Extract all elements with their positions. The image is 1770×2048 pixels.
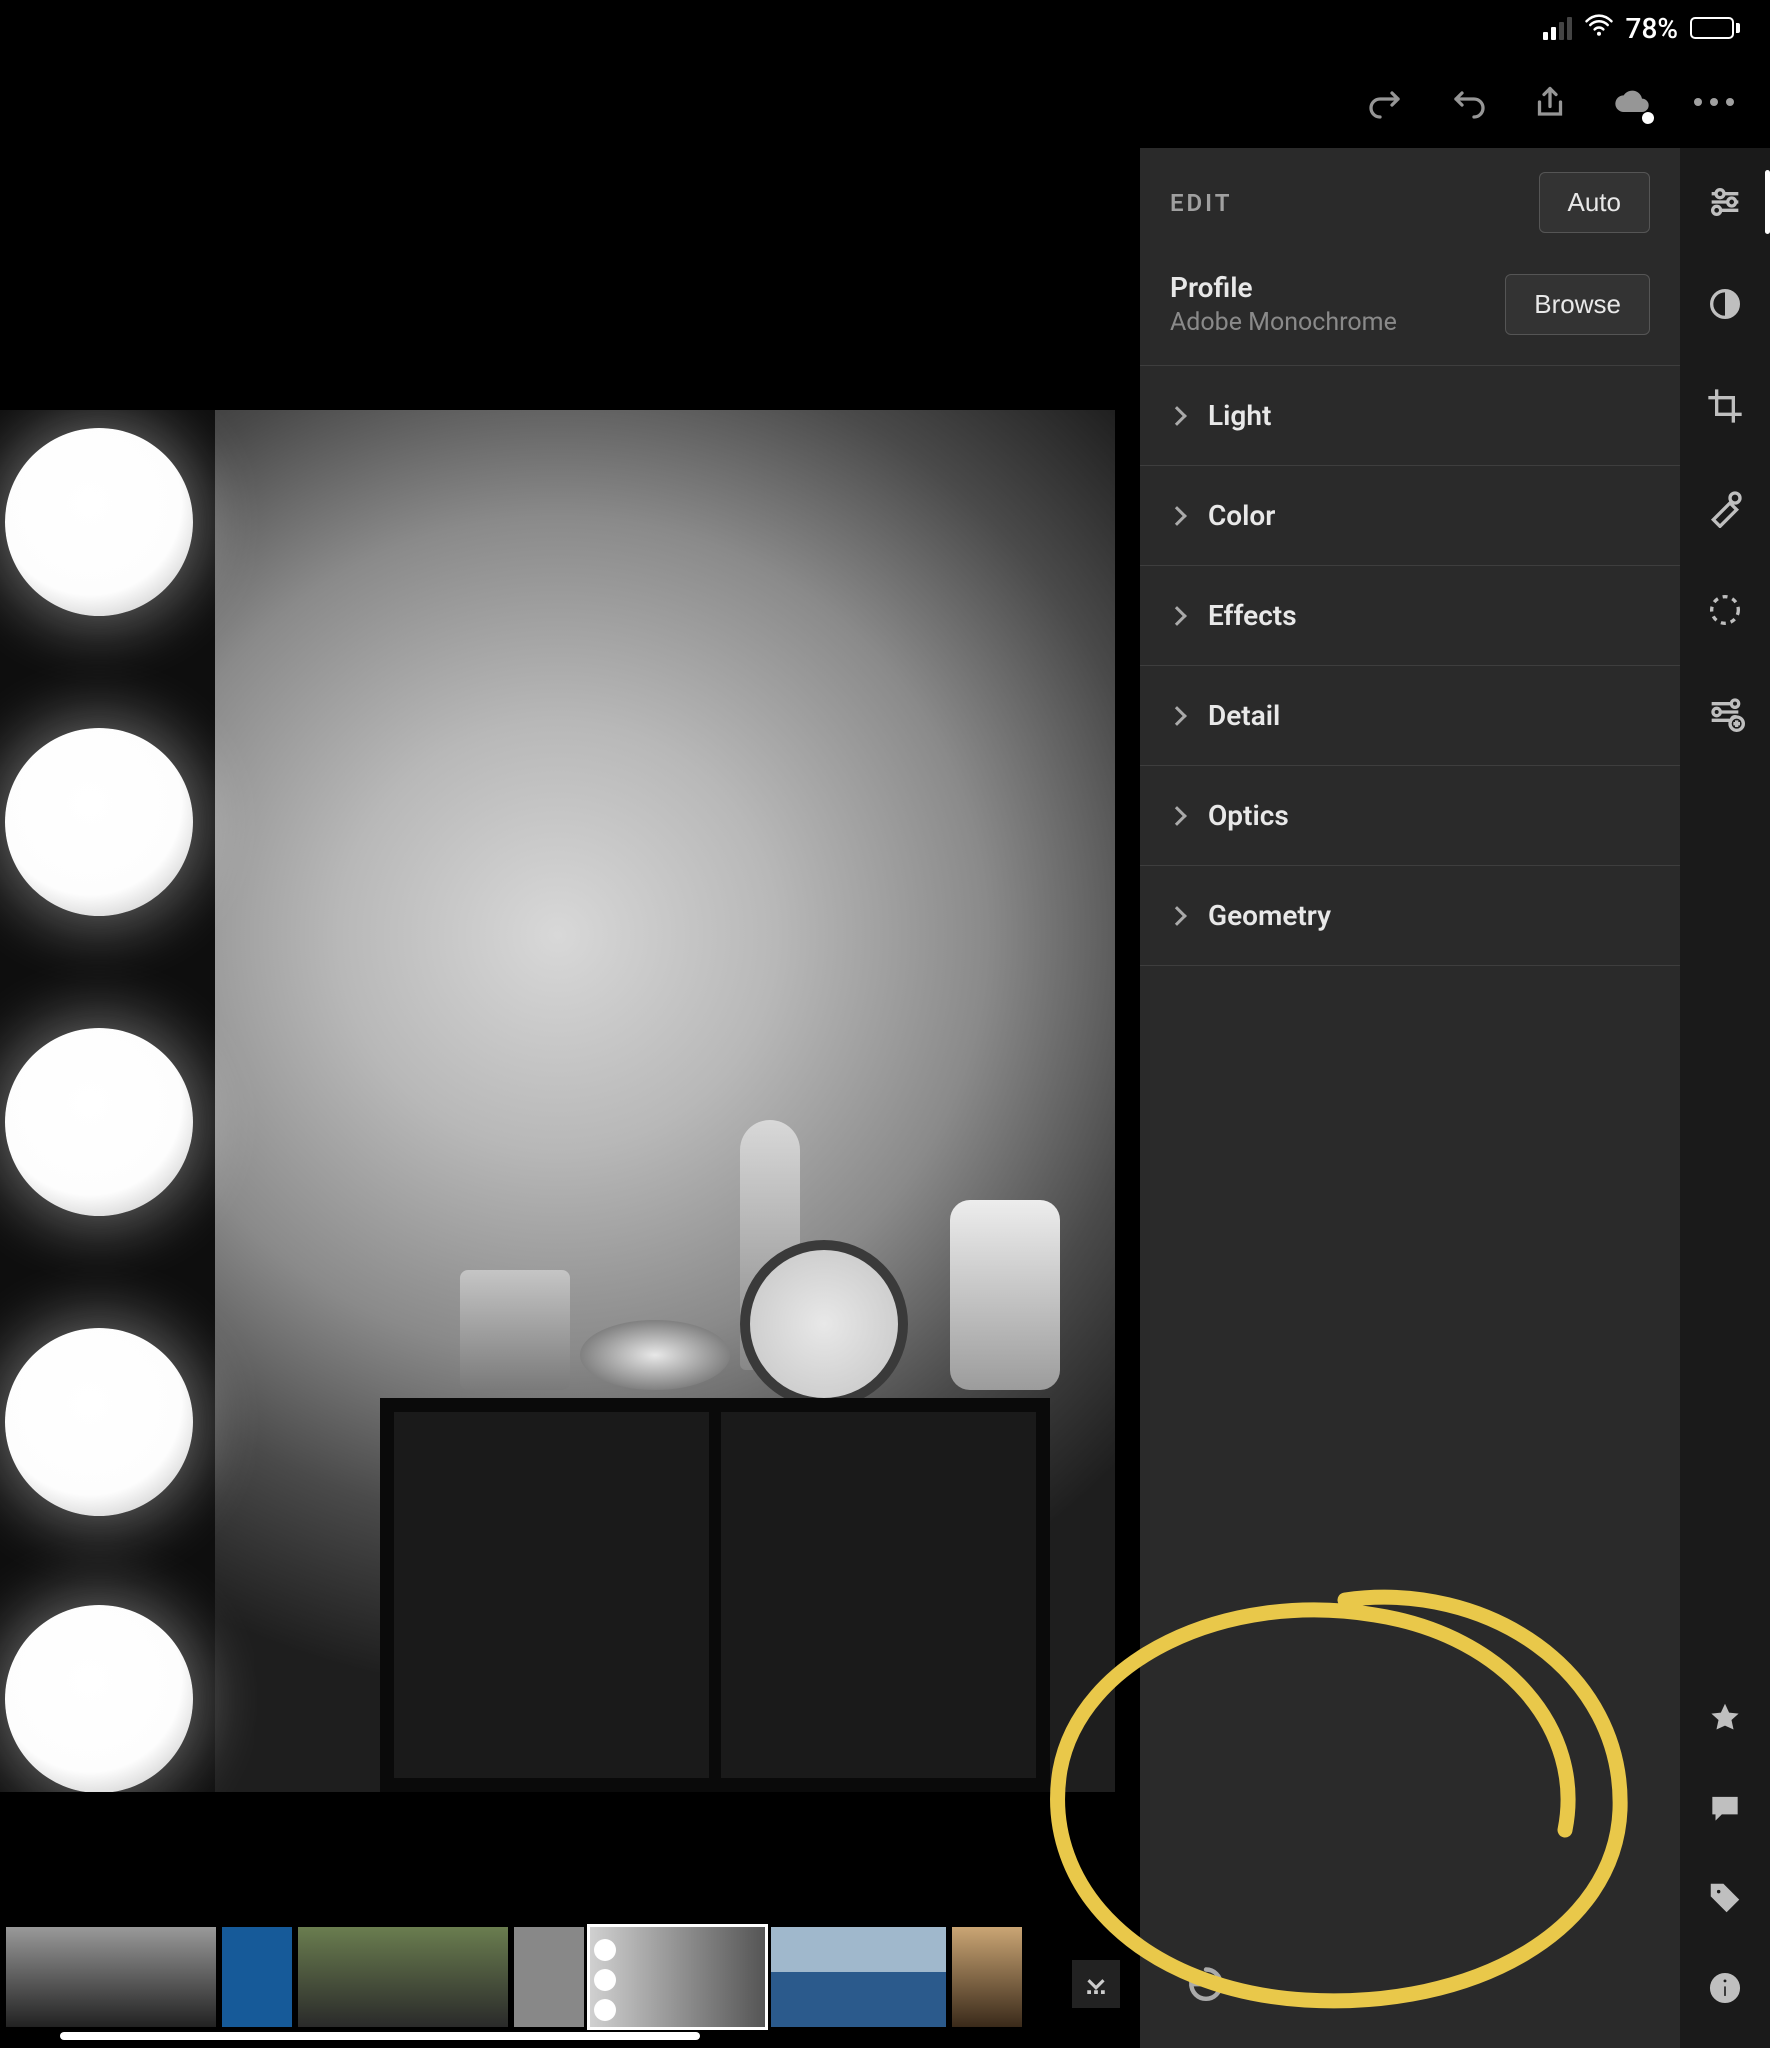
vanity-light-strip bbox=[0, 410, 215, 1792]
section-label: Color bbox=[1208, 499, 1275, 532]
home-indicator bbox=[60, 2032, 700, 2040]
section-label: Effects bbox=[1208, 599, 1297, 632]
chevron-right-icon bbox=[1167, 906, 1187, 926]
thumbnail[interactable] bbox=[6, 1927, 216, 2027]
profile-label: Profile bbox=[1170, 271, 1397, 304]
auto-button[interactable]: Auto bbox=[1539, 172, 1651, 233]
chevron-right-icon bbox=[1167, 706, 1187, 726]
profile-row: Profile Adobe Monochrome Browse bbox=[1140, 257, 1680, 366]
keywords-tag-icon[interactable] bbox=[1695, 1868, 1755, 1928]
cloud-sync-button[interactable] bbox=[1612, 82, 1652, 122]
thumbnail-selected[interactable] bbox=[590, 1927, 765, 2027]
edit-sliders-icon[interactable] bbox=[1695, 172, 1755, 232]
section-label: Optics bbox=[1208, 799, 1289, 832]
section-label: Geometry bbox=[1208, 899, 1331, 932]
reset-button[interactable] bbox=[1184, 1964, 1228, 2012]
section-label: Detail bbox=[1208, 699, 1280, 732]
reset-row bbox=[1140, 1948, 1680, 2028]
active-tool-indicator bbox=[1765, 170, 1770, 234]
thumbnail[interactable] bbox=[514, 1927, 584, 2027]
thumbnail[interactable] bbox=[222, 1927, 292, 2027]
profile-value: Adobe Monochrome bbox=[1170, 308, 1397, 337]
canvas-area bbox=[0, 148, 1140, 2048]
share-button[interactable] bbox=[1530, 82, 1570, 122]
battery-percent: 78% bbox=[1626, 12, 1678, 45]
thumbnail[interactable] bbox=[298, 1927, 508, 2027]
chevron-right-icon bbox=[1167, 506, 1187, 526]
battery-icon bbox=[1690, 17, 1740, 39]
photo-viewport[interactable] bbox=[0, 148, 1140, 1864]
cellular-signal-icon bbox=[1543, 17, 1572, 40]
chevron-right-icon bbox=[1167, 406, 1187, 426]
section-optics[interactable]: Optics bbox=[1140, 766, 1680, 866]
alarm-clock bbox=[740, 1240, 908, 1408]
panel-title: EDIT bbox=[1170, 189, 1232, 217]
right-tool-rail bbox=[1680, 148, 1770, 2048]
thumbnail[interactable] bbox=[771, 1927, 946, 2027]
undo-button[interactable] bbox=[1448, 82, 1488, 122]
crop-icon[interactable] bbox=[1695, 376, 1755, 436]
cloud-status-dot bbox=[1642, 112, 1654, 124]
section-label: Light bbox=[1208, 399, 1271, 432]
more-button[interactable] bbox=[1694, 82, 1734, 122]
shelf bbox=[380, 1398, 1050, 1792]
chevron-right-icon bbox=[1167, 806, 1187, 826]
rate-star-icon[interactable] bbox=[1695, 1688, 1755, 1748]
edit-panel: EDIT Auto Profile Adobe Monochrome Brows… bbox=[1140, 148, 1680, 2048]
thumbnail[interactable] bbox=[952, 1927, 1022, 2027]
info-icon[interactable] bbox=[1695, 1958, 1755, 2018]
section-geometry[interactable]: Geometry bbox=[1140, 866, 1680, 966]
versions-icon[interactable] bbox=[1695, 682, 1755, 742]
chevron-right-icon bbox=[1167, 606, 1187, 626]
status-bar: 78% bbox=[0, 0, 1770, 56]
section-detail[interactable]: Detail bbox=[1140, 666, 1680, 766]
browse-button[interactable]: Browse bbox=[1505, 274, 1650, 335]
section-effects[interactable]: Effects bbox=[1140, 566, 1680, 666]
masking-icon[interactable] bbox=[1695, 580, 1755, 640]
filmstrip[interactable] bbox=[0, 1918, 1140, 2048]
filmstrip-toggle-button[interactable] bbox=[1072, 1960, 1120, 2008]
comments-icon[interactable] bbox=[1695, 1778, 1755, 1838]
top-toolbar bbox=[0, 56, 1770, 148]
presets-icon[interactable] bbox=[1695, 274, 1755, 334]
photo bbox=[0, 410, 1115, 1792]
wifi-icon bbox=[1584, 10, 1614, 47]
redo-button[interactable] bbox=[1366, 82, 1406, 122]
section-color[interactable]: Color bbox=[1140, 466, 1680, 566]
healing-brush-icon[interactable] bbox=[1695, 478, 1755, 538]
section-light[interactable]: Light bbox=[1140, 366, 1680, 466]
